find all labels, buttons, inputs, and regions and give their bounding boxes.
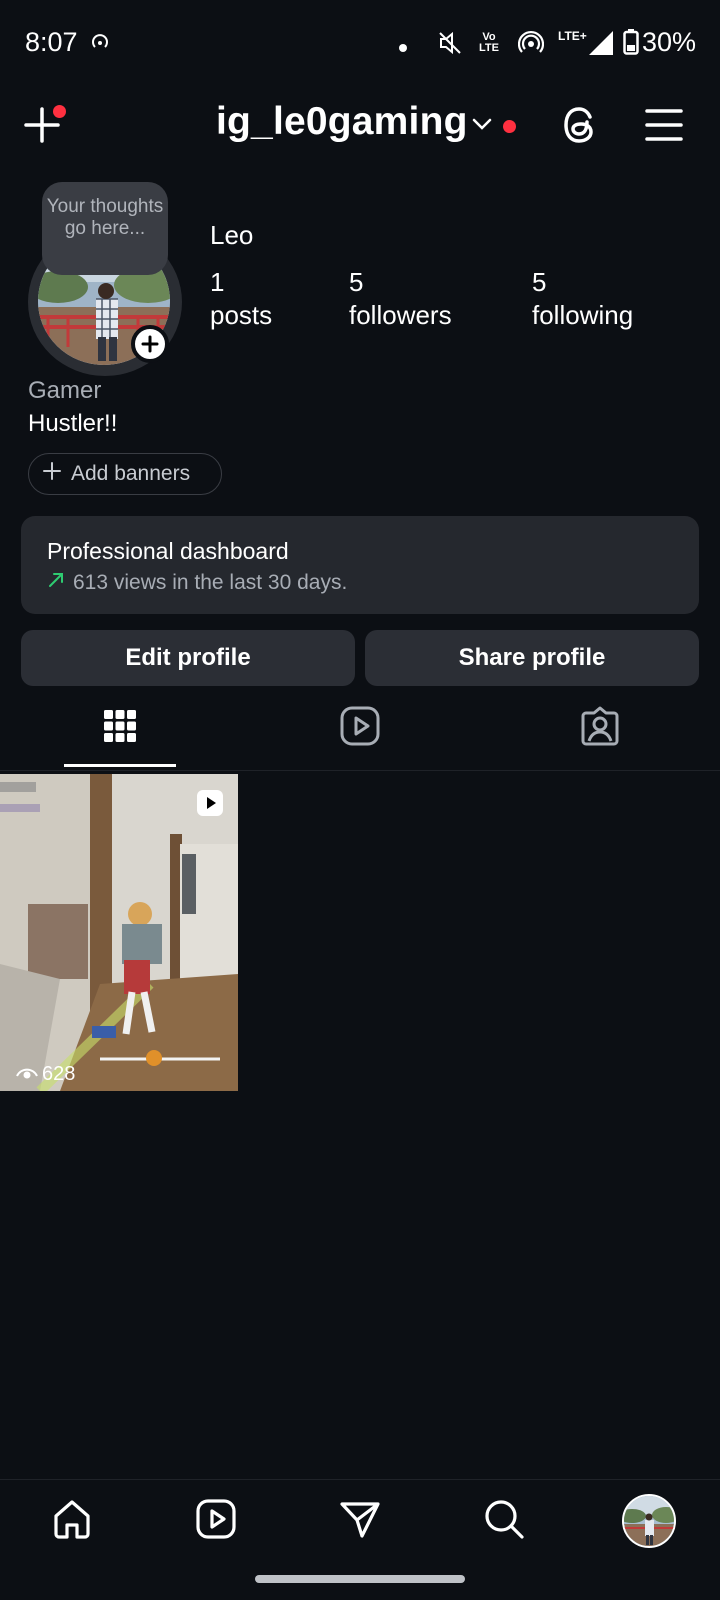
hotspot-icon xyxy=(517,30,545,61)
chevron-down-icon[interactable] xyxy=(471,117,493,136)
volte-indicator: Vo LTE xyxy=(479,31,499,54)
nav-profile-avatar[interactable] xyxy=(622,1494,676,1548)
home-icon xyxy=(51,1498,93,1545)
battery-icon xyxy=(623,29,639,60)
followers-label: followers xyxy=(349,300,452,330)
views-count: 628 xyxy=(42,1063,76,1085)
nav-reels[interactable] xyxy=(191,1496,241,1546)
add-banners-button[interactable]: Add banners xyxy=(28,453,222,495)
reel-indicator-icon xyxy=(196,789,224,822)
profile-category: Gamer xyxy=(28,377,102,404)
menu-icon[interactable] xyxy=(645,108,683,142)
add-story-icon[interactable] xyxy=(131,325,169,363)
active-tab-indicator xyxy=(64,764,176,767)
hotspot-icon xyxy=(91,33,109,56)
dot-icon xyxy=(399,39,407,57)
divider xyxy=(0,770,720,771)
dashboard-title: Professional dashboard xyxy=(47,538,289,564)
nav-home[interactable] xyxy=(47,1496,97,1546)
threads-icon[interactable] xyxy=(560,104,600,146)
posts-count: 1 xyxy=(210,267,225,297)
tab-reels[interactable] xyxy=(330,704,390,752)
dashboard-views-text: 613 views in the last 30 days. xyxy=(73,571,348,594)
nav-search[interactable] xyxy=(479,1496,529,1546)
signal-icon xyxy=(589,31,613,60)
trend-up-arrow-icon xyxy=(47,571,65,595)
account-switcher[interactable]: ig_le0gaming xyxy=(216,100,468,144)
home-indicator[interactable] xyxy=(255,1575,465,1583)
display-name: Leo xyxy=(210,220,254,250)
edit-profile-button[interactable]: Edit profile xyxy=(21,630,355,686)
professional-dashboard-card[interactable]: Professional dashboard 613 views in the … xyxy=(21,516,699,614)
following-count: 5 xyxy=(532,267,547,297)
following-stat[interactable]: 5 following xyxy=(532,266,633,332)
profile-bio: Hustler!! xyxy=(28,410,118,437)
reels-icon xyxy=(340,706,380,751)
status-bar: 8:07 Vo LTE LTE+ 30% xyxy=(0,0,720,86)
network-type: LTE+ xyxy=(558,29,587,43)
plus-icon xyxy=(43,462,61,486)
notification-dot xyxy=(503,120,516,133)
battery-percent: 30% xyxy=(641,27,696,57)
notification-dot xyxy=(53,105,66,118)
reels-icon xyxy=(195,1498,237,1545)
nav-messages[interactable] xyxy=(335,1496,385,1546)
status-time: 8:07 xyxy=(25,27,78,57)
grid-icon xyxy=(103,709,137,748)
views-eye-icon xyxy=(16,1063,38,1086)
mute-icon xyxy=(437,30,463,61)
following-label: following xyxy=(532,300,634,330)
add-banners-label: Add banners xyxy=(71,462,191,485)
reel-view-count: 628 xyxy=(16,1063,75,1086)
share-profile-button[interactable]: Share profile xyxy=(365,630,699,686)
followers-stat[interactable]: 5 followers xyxy=(349,266,452,332)
note-bubble[interactable]: Your thoughts go here... xyxy=(42,182,168,275)
posts-stat[interactable]: 1 posts xyxy=(210,266,272,332)
posts-label: posts xyxy=(210,300,273,330)
search-icon xyxy=(483,1498,525,1545)
dashboard-subtitle: 613 views in the last 30 days. xyxy=(47,571,699,595)
divider xyxy=(0,1479,720,1480)
tagged-person-icon xyxy=(580,705,620,752)
paper-plane-icon xyxy=(339,1498,381,1545)
tab-tagged[interactable] xyxy=(570,704,630,752)
tab-posts-grid[interactable] xyxy=(90,704,150,752)
followers-count: 5 xyxy=(349,267,364,297)
